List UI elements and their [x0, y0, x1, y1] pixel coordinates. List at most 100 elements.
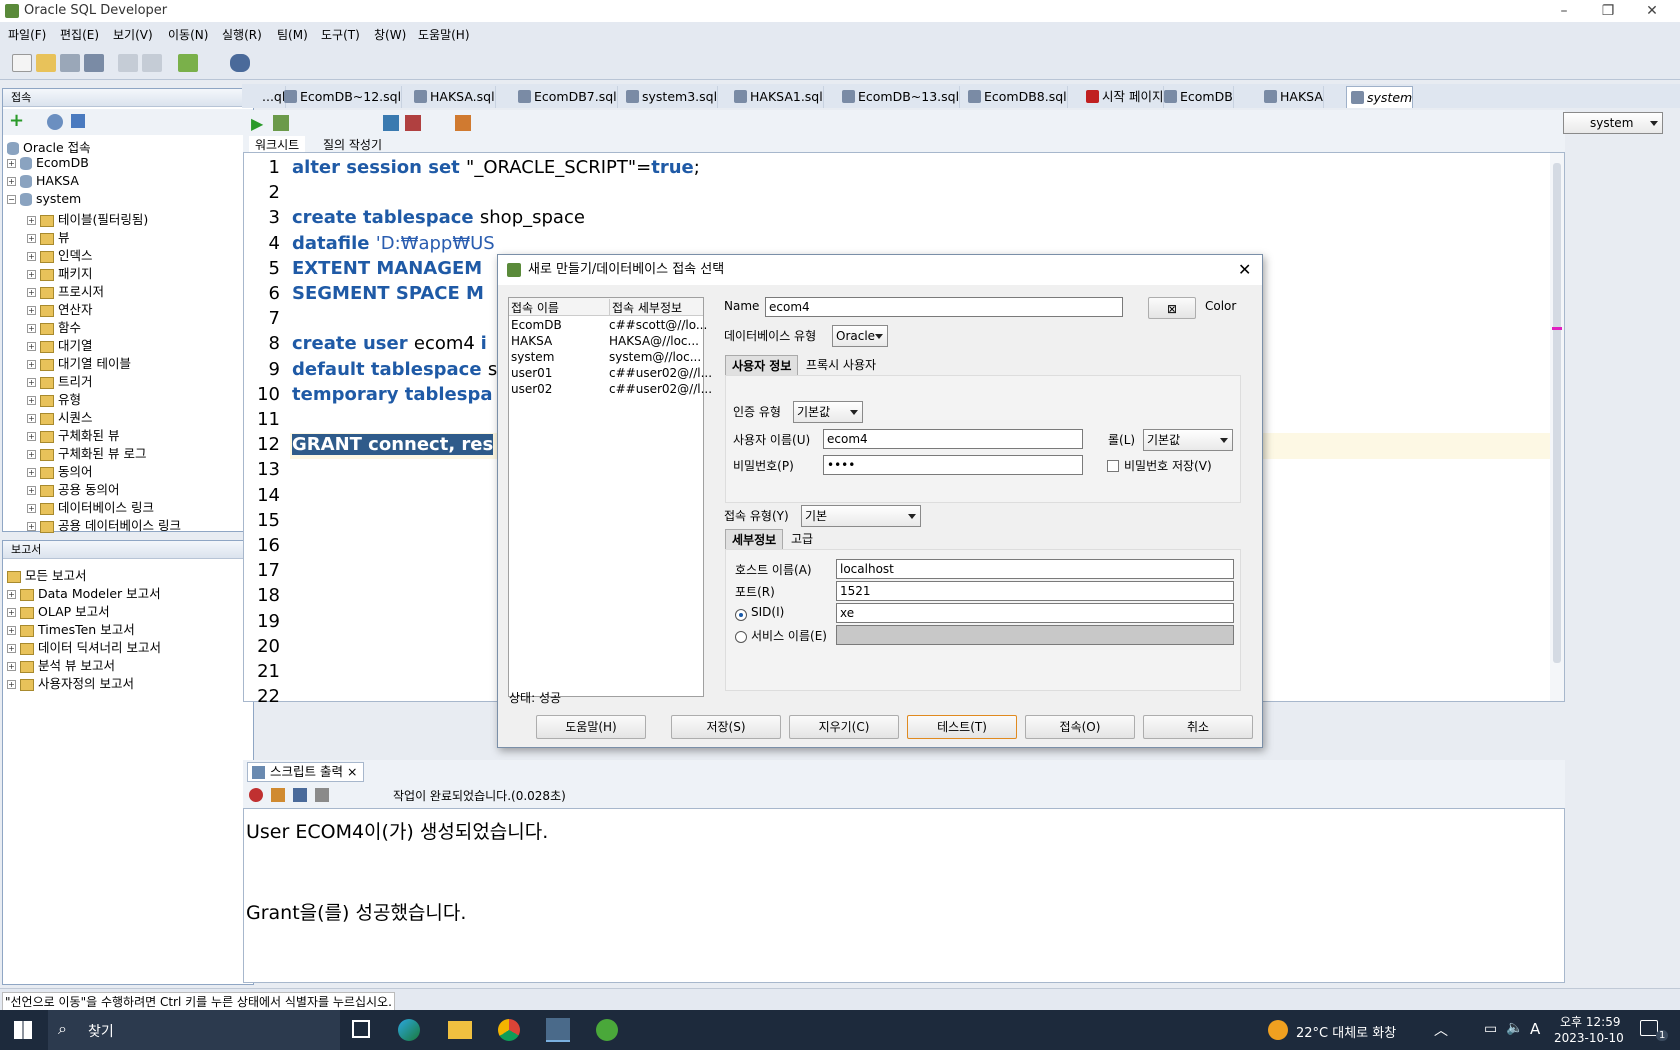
- name-field[interactable]: ecom4: [765, 297, 1123, 317]
- volume-icon[interactable]: 🔈: [1506, 1020, 1523, 1036]
- tree-node[interactable]: + 함수: [27, 317, 81, 336]
- expand-icon[interactable]: +: [27, 450, 36, 459]
- editor-tab[interactable]: EcomDB: [1160, 86, 1234, 108]
- menu-window[interactable]: 창(W): [374, 26, 406, 43]
- tree-node[interactable]: + 시퀀스: [27, 407, 93, 426]
- tab-query-builder[interactable]: 질의 작성기: [317, 136, 388, 153]
- tree-conn-haksa[interactable]: + HAKSA: [7, 173, 79, 188]
- print-icon[interactable]: [315, 788, 329, 802]
- file-explorer-icon[interactable]: [448, 1021, 472, 1039]
- save-password-checkbox[interactable]: [1107, 460, 1119, 472]
- tree-node[interactable]: + 대기열: [27, 335, 93, 354]
- edge-icon[interactable]: [398, 1019, 420, 1041]
- expand-icon[interactable]: +: [7, 626, 16, 635]
- close-tab-icon[interactable]: ×: [347, 764, 357, 779]
- ime-indicator[interactable]: A: [1530, 1020, 1540, 1038]
- menu-file[interactable]: 파일(F): [8, 26, 46, 43]
- expand-icon[interactable]: +: [27, 378, 36, 387]
- redo-icon[interactable]: [142, 54, 162, 72]
- connect-button[interactable]: 접속(O): [1025, 715, 1135, 739]
- host-field[interactable]: localhost: [836, 559, 1234, 579]
- expand-icon[interactable]: +: [7, 680, 16, 689]
- close-button[interactable]: ✕: [1630, 0, 1674, 22]
- find-icon[interactable]: [230, 54, 250, 72]
- refresh-icon[interactable]: [47, 114, 63, 130]
- help-button[interactable]: 도움말(H): [536, 715, 646, 739]
- tab-details[interactable]: 세부정보: [725, 529, 784, 549]
- conn-type-select[interactable]: 기본: [801, 505, 921, 527]
- expand-icon[interactable]: +: [27, 468, 36, 477]
- run-statement-icon[interactable]: ▶: [251, 114, 263, 133]
- connection-row[interactable]: system system@//loc...: [509, 350, 703, 366]
- expand-icon[interactable]: +: [27, 414, 36, 423]
- expand-icon[interactable]: +: [27, 216, 36, 225]
- tab-advanced[interactable]: 고급: [785, 529, 819, 549]
- menu-team[interactable]: 팀(M): [277, 26, 308, 43]
- expand-icon[interactable]: +: [27, 522, 36, 531]
- list-header-name[interactable]: 접속 이름: [511, 299, 559, 316]
- tree-node[interactable]: + 트리거: [27, 371, 93, 390]
- cancel-button[interactable]: 취소: [1143, 715, 1253, 739]
- expand-icon[interactable]: +: [7, 159, 16, 168]
- editor-scrollbar[interactable]: [1550, 153, 1564, 701]
- tree-node[interactable]: + 테이블(필터링됨): [27, 209, 148, 228]
- connection-row[interactable]: user02 c##user02@//l...: [509, 382, 712, 398]
- tree-node[interactable]: + 연산자: [27, 299, 93, 318]
- tree-node[interactable]: + 프로시저: [27, 281, 104, 300]
- weather-text[interactable]: 22°C 대체로 화창: [1296, 1022, 1396, 1041]
- tree-node[interactable]: + 공용 동의어: [27, 479, 119, 498]
- tray-chevron-icon[interactable]: ︿: [1434, 1020, 1448, 1040]
- tree-node[interactable]: + 뷰: [27, 227, 70, 246]
- port-field[interactable]: 1521: [836, 581, 1234, 601]
- service-name-radio[interactable]: [735, 631, 747, 643]
- menu-help[interactable]: 도움말(H): [418, 26, 470, 43]
- expand-icon[interactable]: +: [27, 432, 36, 441]
- tree-node[interactable]: + 데이터베이스 링크: [27, 497, 154, 516]
- menu-run[interactable]: 실행(R): [222, 26, 262, 43]
- expand-icon[interactable]: +: [27, 486, 36, 495]
- menu-tools[interactable]: 도구(T): [321, 26, 360, 43]
- color-button[interactable]: ⊠: [1148, 297, 1196, 319]
- username-field[interactable]: ecom4: [823, 429, 1083, 449]
- sid-radio[interactable]: [735, 609, 747, 621]
- rollback-icon[interactable]: [405, 115, 421, 131]
- report-node[interactable]: + TimesTen 보고서: [7, 619, 135, 638]
- maximize-button[interactable]: ❐: [1586, 0, 1630, 22]
- report-node[interactable]: + OLAP 보고서: [7, 601, 110, 620]
- editor-tab[interactable]: EcomDB~13.sql: [838, 86, 961, 108]
- tree-root[interactable]: Oracle 접속: [7, 137, 91, 156]
- task-view-icon[interactable]: [352, 1020, 370, 1038]
- tree-node[interactable]: + 대기열 테이블: [27, 353, 131, 372]
- eraser-icon[interactable]: [271, 788, 285, 802]
- reports-root[interactable]: 모든 보고서: [7, 565, 86, 584]
- script-output-tab[interactable]: 스크립트 출력 ×: [247, 762, 365, 782]
- commit-icon[interactable]: [383, 115, 399, 131]
- expand-icon[interactable]: +: [27, 234, 36, 243]
- editor-tab[interactable]: EcomDB8.sql: [964, 86, 1068, 108]
- connection-row[interactable]: HAKSA HAKSA@//loc...: [509, 334, 703, 350]
- connection-row[interactable]: EcomDB c##scott@//lo...: [509, 318, 707, 334]
- expand-icon[interactable]: +: [27, 324, 36, 333]
- password-field[interactable]: ••••: [823, 455, 1083, 475]
- tab-user-info[interactable]: 사용자 정보: [725, 355, 799, 375]
- run-script-icon[interactable]: [273, 115, 289, 131]
- sqldeveloper-task-icon[interactable]: [546, 1018, 570, 1042]
- test-button[interactable]: 테스트(T): [907, 715, 1017, 739]
- expand-icon[interactable]: +: [27, 504, 36, 513]
- menu-edit[interactable]: 편집(E): [60, 26, 99, 43]
- expand-icon[interactable]: +: [7, 608, 16, 617]
- connection-selector[interactable]: system: [1563, 112, 1663, 134]
- tab-proxy-user[interactable]: 프록시 사용자: [800, 355, 882, 375]
- expand-icon[interactable]: +: [7, 662, 16, 671]
- connection-row[interactable]: user01 c##user02@//l...: [509, 366, 712, 382]
- clear-icon[interactable]: [455, 115, 471, 131]
- tree-node[interactable]: + 유형: [27, 389, 81, 408]
- expand-icon[interactable]: +: [27, 342, 36, 351]
- report-node[interactable]: + 사용자정의 보고서: [7, 673, 134, 692]
- clock-time[interactable]: 오후 12:59: [1560, 1013, 1620, 1030]
- tree-node[interactable]: + 구체화된 뷰: [27, 425, 119, 444]
- expand-icon[interactable]: +: [27, 396, 36, 405]
- tree-node[interactable]: + 인덱스: [27, 245, 93, 264]
- tree-node[interactable]: + 동의어: [27, 461, 93, 480]
- menu-view[interactable]: 보기(V): [113, 26, 153, 43]
